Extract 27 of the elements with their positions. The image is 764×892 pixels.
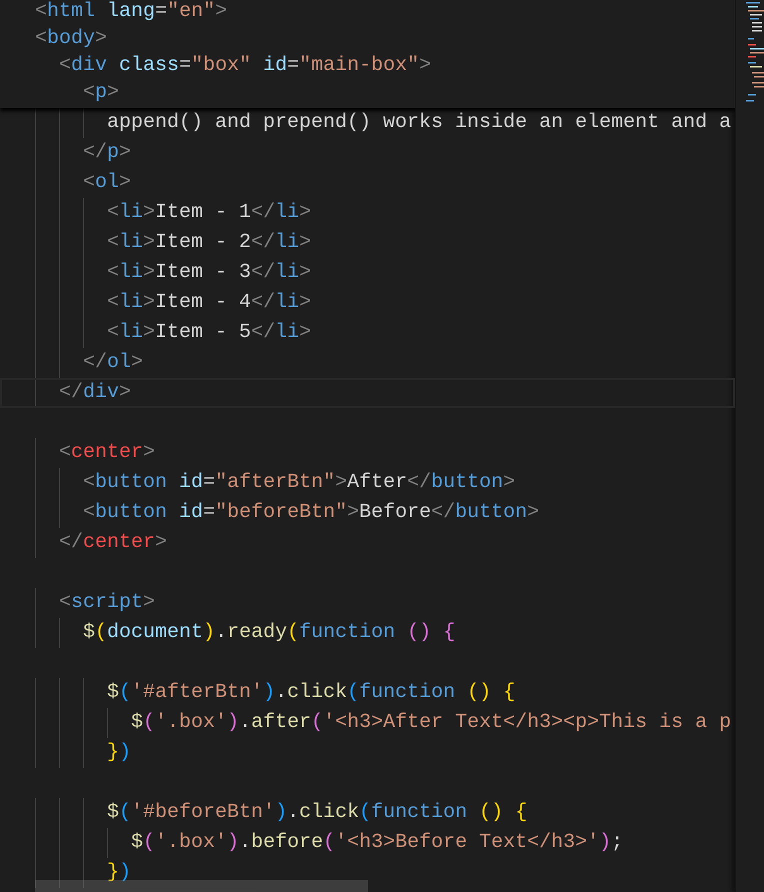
code-line: $('.box').after('<h3>After Text</h3><p>This is a p bbox=[131, 710, 732, 736]
code-line: <script> bbox=[59, 590, 156, 616]
code-line: </div> bbox=[59, 380, 132, 406]
code-line: <li>Item - 2</li> bbox=[107, 230, 312, 256]
horizontal-scrollbar-thumb[interactable] bbox=[35, 880, 368, 892]
code-line: $('.box').before('<h3>Before Text</h3>'); bbox=[131, 830, 624, 856]
code-line: <li>Item - 4</li> bbox=[107, 290, 312, 316]
code-line: <li>Item - 5</li> bbox=[107, 320, 312, 346]
code-line: append() and prepend() works inside an element and a bbox=[107, 110, 732, 136]
code-line: <li>Item - 1</li> bbox=[107, 200, 312, 226]
code-line: <button id="afterBtn">After</button> bbox=[83, 470, 516, 496]
code-line: $(document).ready(function () { bbox=[83, 620, 456, 646]
code-line: </p> bbox=[83, 140, 132, 166]
code-line: </ol> bbox=[83, 350, 144, 376]
code-line: <center> bbox=[59, 440, 156, 466]
code-line: }) bbox=[107, 740, 132, 766]
code-line: <ol> bbox=[83, 170, 132, 196]
code-line: $('#beforeBtn').click(function () { bbox=[107, 800, 528, 826]
code-line: <div class="box" id="main-box"> bbox=[59, 54, 432, 79]
code-line: }) bbox=[107, 860, 132, 886]
code-line: <html lang="en"> bbox=[35, 0, 228, 25]
code-line: <button id="beforeBtn">Before</button> bbox=[83, 500, 540, 526]
code-line: </center> bbox=[59, 530, 168, 556]
code-line: <li>Item - 3</li> bbox=[107, 260, 312, 286]
code-line: <p> bbox=[83, 81, 120, 106]
code-line: $('#afterBtn').click(function () { bbox=[107, 680, 516, 706]
code-line: <body> bbox=[35, 27, 108, 52]
